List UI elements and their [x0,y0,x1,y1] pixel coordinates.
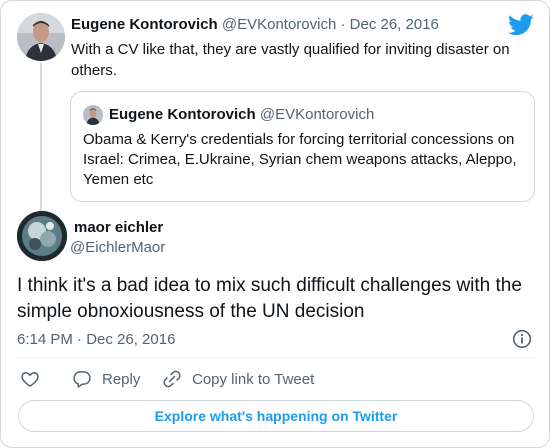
main-author-handle[interactable]: @EichlerMaor [70,239,165,256]
reply-button[interactable]: Reply [72,368,140,390]
main-tweet-timestamp[interactable]: 6:14 PM · Dec 26, 2016 [17,331,175,348]
parent-tweet-date[interactable]: Dec 26, 2016 [350,16,439,33]
quoted-tweet[interactable]: Eugene Kontorovich @EVKontorovich Obama … [70,91,535,202]
reply-icon [73,371,91,388]
twitter-bird-icon[interactable] [508,14,534,36]
tweet-embed-card: Eugene Kontorovich @EVKontorovich · Dec … [0,0,550,448]
quoted-author-avatar [83,105,103,125]
parent-header-separator: · [340,16,346,33]
copy-link-button[interactable]: Copy link to Tweet [162,368,314,390]
reply-label: Reply [102,370,141,388]
quoted-author-name: Eugene Kontorovich [109,106,256,123]
actions-divider [17,357,535,358]
main-author-name[interactable]: maor eichler [74,219,163,236]
main-author-avatar[interactable] [17,211,67,261]
main-tweet-text: I think it's a bad idea to mix such diff… [17,275,522,322]
quoted-tweet-header: Eugene Kontorovich @EVKontorovich [109,106,374,123]
parent-tweet-header: Eugene Kontorovich @EVKontorovich · Dec … [71,16,439,33]
parent-author-handle[interactable]: @EVKontorovich [222,16,336,33]
parent-author-avatar[interactable] [17,13,65,61]
parent-author-name[interactable]: Eugene Kontorovich [71,16,218,33]
heart-icon[interactable] [20,369,40,389]
link-icon [163,370,181,388]
thread-connector-line [40,63,42,211]
quoted-author-handle: @EVKontorovich [259,106,375,123]
info-icon[interactable] [512,329,532,349]
parent-tweet-text: With a CV like that, they are vastly qua… [71,41,510,79]
copy-link-label: Copy link to Tweet [192,370,315,388]
explore-twitter-button[interactable]: Explore what's happening on Twitter [18,400,534,432]
quoted-tweet-text: Obama & Kerry's credentials for forcing … [83,131,517,188]
